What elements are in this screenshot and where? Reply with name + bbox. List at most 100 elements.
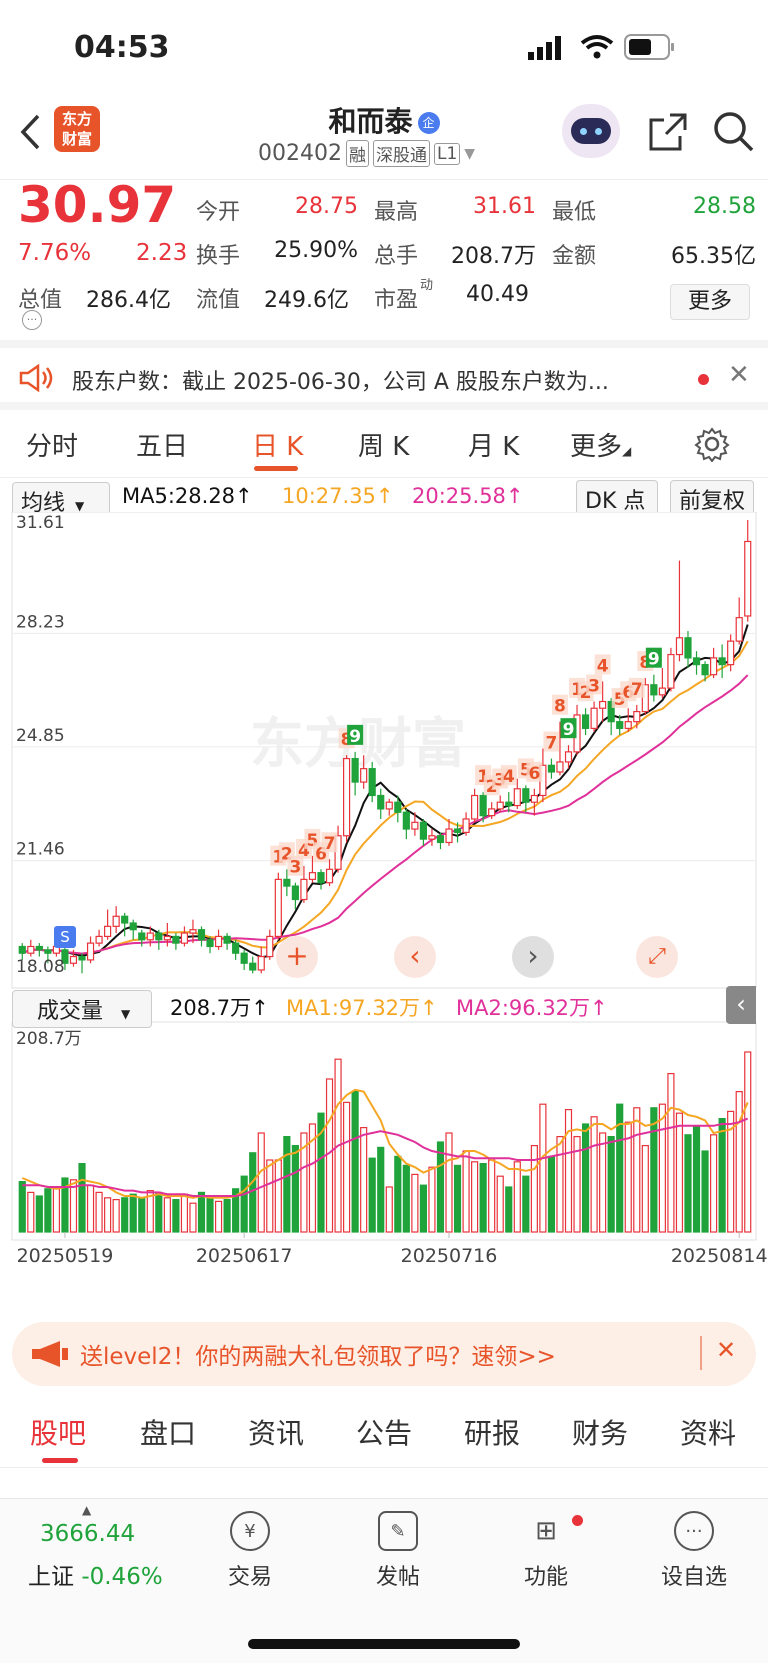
- quote-field-label: 最高: [374, 200, 419, 225]
- tab-news[interactable]: 资讯: [248, 1412, 304, 1452]
- volume-bar: [283, 1135, 291, 1233]
- tab-profile[interactable]: 资料: [680, 1412, 736, 1452]
- more-icon: ···: [674, 1511, 714, 1551]
- notice-banner[interactable]: 股东户数：截止 2025-06-30，公司 A 股股东户数为... ✕: [0, 340, 768, 410]
- more-quote-button[interactable]: 更多: [670, 284, 750, 320]
- volume-bar: [539, 1103, 547, 1233]
- kline-chart[interactable]: 东方财富 123456789123456789123456789 31.6128…: [0, 512, 768, 1308]
- scroll-right-icon[interactable]: ›: [512, 936, 554, 978]
- quote-field-label: 金额: [552, 244, 597, 269]
- scroll-left-icon[interactable]: ‹: [394, 936, 436, 978]
- index-value[interactable]: 3666.44: [40, 1521, 135, 1547]
- candle: [616, 721, 624, 729]
- tab-weekly-k[interactable]: 周 K: [358, 426, 409, 463]
- period-tabs: 分时 五日 日 K 周 K 月 K 更多◢: [0, 410, 768, 478]
- ma10-value: 10:27.35: [282, 484, 376, 508]
- nav-post[interactable]: ✎ 发帖: [338, 1511, 458, 1591]
- grid-icon: ⊞: [535, 1516, 557, 1546]
- tab-research[interactable]: 研报: [464, 1412, 520, 1452]
- home-indicator: [248, 1639, 520, 1649]
- nav-trade[interactable]: ¥ 交易: [190, 1511, 310, 1591]
- index-change: -0.46%: [81, 1564, 163, 1590]
- quote-field-label: 总手: [374, 244, 419, 269]
- volume-value: 208.7万↑: [170, 996, 269, 1020]
- candle: [163, 935, 171, 941]
- volume-bar: [453, 1164, 462, 1233]
- share-icon[interactable]: [648, 112, 688, 152]
- assistant-robot-icon[interactable]: [562, 104, 620, 158]
- volume-bar: [641, 1144, 649, 1233]
- dropdown-caret-icon[interactable]: ▼: [464, 146, 475, 162]
- volume-bar: [360, 1126, 368, 1233]
- price-axis-label: 24.85: [16, 726, 65, 746]
- candle: [564, 751, 573, 763]
- settings-gear-icon[interactable]: [694, 426, 730, 462]
- candle: [530, 794, 538, 803]
- tab-five-day[interactable]: 五日: [136, 426, 188, 463]
- volume-bar: [650, 1107, 658, 1233]
- tab-active-indicator: [254, 466, 298, 471]
- ma5-value: MA5:28.28: [122, 484, 236, 508]
- ma20-label: 20:25.58↑: [412, 484, 524, 508]
- nav-functions[interactable]: ⊞ 功能: [486, 1511, 606, 1591]
- quote-field-value: 208.7万: [451, 244, 536, 269]
- tab-monthly-k[interactable]: 月 K: [468, 426, 519, 463]
- volume-bar: [479, 1162, 487, 1233]
- close-icon[interactable]: ✕: [716, 1336, 736, 1364]
- candle: [368, 768, 376, 797]
- volume-select-label: 成交量: [37, 999, 104, 1024]
- volume-bar: [197, 1191, 206, 1233]
- volume-bar: [462, 1150, 470, 1233]
- vol-ma1: MA1:97.32万↑: [286, 996, 438, 1020]
- info-dots-icon[interactable]: ···: [22, 310, 42, 330]
- index-row[interactable]: 上证 -0.46%: [28, 1557, 163, 1591]
- candle: [78, 955, 86, 961]
- tab-announcements[interactable]: 公告: [356, 1412, 412, 1452]
- tab-financials[interactable]: 财务: [572, 1412, 628, 1452]
- candle: [27, 945, 35, 954]
- nav-add-watchlist[interactable]: ··· 设自选: [634, 1511, 754, 1591]
- collapse-panel-icon[interactable]: ‹: [726, 986, 756, 1024]
- tab-order-book[interactable]: 盘口: [140, 1412, 196, 1452]
- tab-more-label: 更多: [570, 432, 623, 462]
- candle: [86, 942, 95, 961]
- volume-bar: [710, 1134, 718, 1233]
- tab-intraday[interactable]: 分时: [26, 426, 78, 463]
- volume-bar: [274, 1159, 282, 1233]
- signal-label: 4: [597, 656, 609, 676]
- signal-label: 9: [648, 650, 660, 670]
- candle: [18, 945, 26, 954]
- candle: [129, 922, 137, 931]
- tab-daily-k[interactable]: 日 K: [252, 426, 303, 463]
- candle: [411, 821, 419, 830]
- candle: [547, 764, 556, 773]
- tab-more[interactable]: 更多◢: [570, 426, 631, 463]
- volume-number: 208.7万: [170, 996, 252, 1020]
- fullscreen-icon[interactable]: ⤢: [636, 936, 678, 978]
- volume-bar: [172, 1198, 180, 1233]
- volume-bar: [692, 1125, 701, 1233]
- promo-banner[interactable]: 送level2！你的两融大礼包领取了吗？速领>> ✕: [12, 1322, 756, 1386]
- volume-bar: [385, 1186, 393, 1233]
- signal-label: 6: [528, 764, 540, 784]
- close-icon[interactable]: ✕: [728, 360, 750, 390]
- tab-guba[interactable]: 股吧: [30, 1412, 86, 1452]
- date-axis-label: 20250617: [196, 1245, 293, 1267]
- volume-bar: [240, 1175, 248, 1233]
- volume-bar: [735, 1090, 743, 1233]
- candle: [121, 915, 129, 924]
- volume-select[interactable]: 成交量 ▼: [12, 990, 152, 1028]
- candle: [471, 794, 479, 820]
- signal-label: 7: [546, 734, 558, 754]
- zoom-in-icon[interactable]: +: [276, 936, 318, 978]
- volume-bar: [27, 1191, 35, 1233]
- search-icon[interactable]: [712, 110, 756, 154]
- volume-bar: [581, 1123, 590, 1233]
- candle: [189, 929, 197, 934]
- price-axis-label: 21.46: [16, 840, 65, 860]
- candle: [479, 794, 487, 817]
- candle: [266, 935, 274, 958]
- volume-bar: [744, 1051, 752, 1233]
- candle: [394, 801, 402, 813]
- candle: [308, 872, 317, 880]
